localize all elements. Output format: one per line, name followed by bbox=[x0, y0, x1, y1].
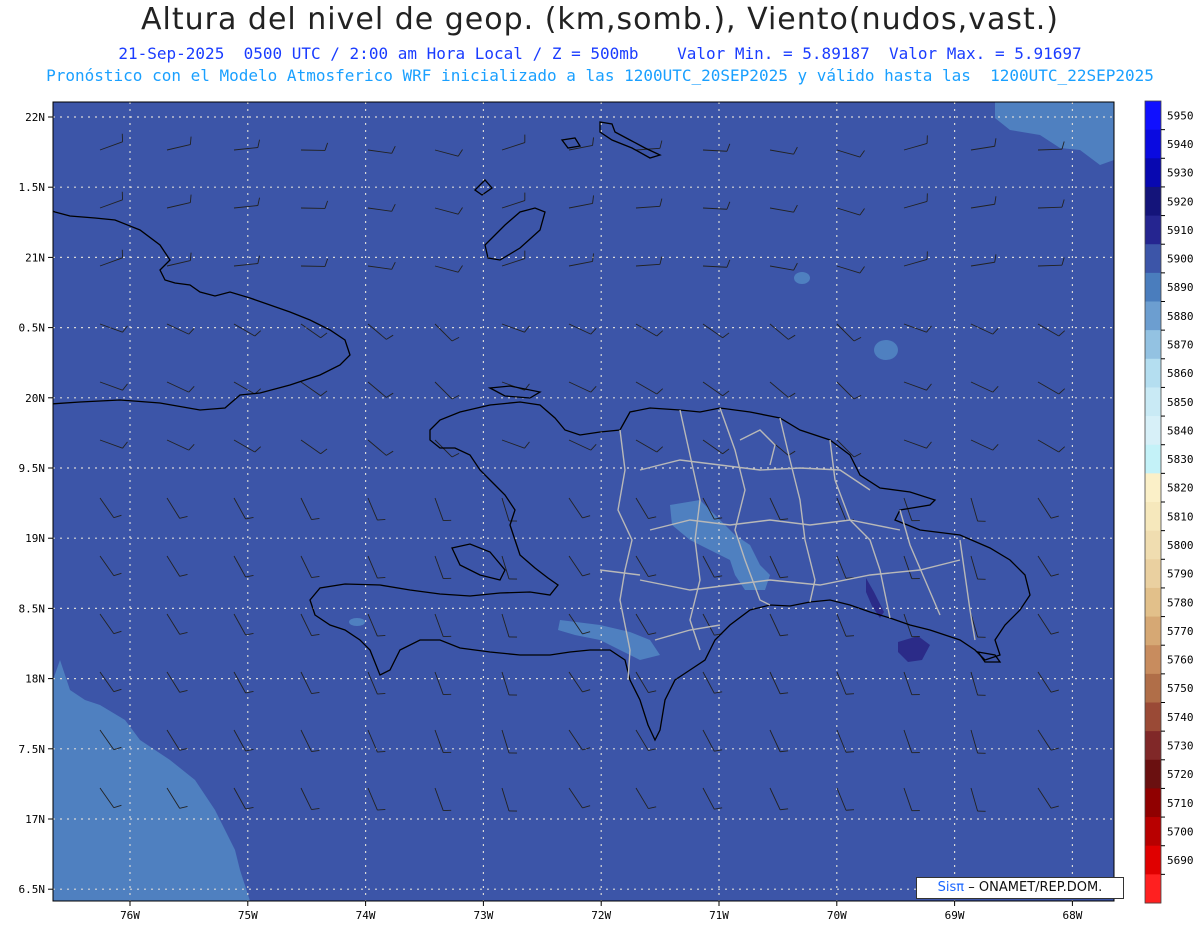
colorbar-swatch bbox=[1145, 215, 1161, 245]
lon-label: 69W bbox=[945, 909, 965, 922]
colorbar-label: 5940 bbox=[1167, 138, 1194, 151]
colorbar-swatch bbox=[1145, 330, 1161, 360]
colorbar-label: 5710 bbox=[1167, 797, 1194, 810]
colorbar-label: 5870 bbox=[1167, 338, 1194, 351]
lon-label: 68W bbox=[1062, 909, 1082, 922]
colorbar-swatch bbox=[1145, 874, 1161, 904]
credit-box: Sisπ – ONAMET/REP.DOM. bbox=[916, 877, 1124, 899]
colorbar-swatch bbox=[1145, 301, 1161, 331]
colorbar-label: 5950 bbox=[1167, 109, 1194, 122]
colorbar-swatch bbox=[1145, 702, 1161, 732]
lat-label: 17N bbox=[25, 813, 45, 826]
colorbar-swatch bbox=[1145, 817, 1161, 847]
lat-label: 19N bbox=[25, 532, 45, 545]
colorbar-swatch bbox=[1145, 272, 1161, 302]
geopotential-region-northeast-islet bbox=[794, 272, 810, 284]
lat-label: 9.5N bbox=[19, 462, 46, 475]
lat-label: 22N bbox=[25, 111, 45, 124]
colorbar-label: 5750 bbox=[1167, 682, 1194, 695]
colorbar-label: 5830 bbox=[1167, 453, 1194, 466]
colorbar-swatch bbox=[1145, 358, 1161, 388]
colorbar-swatch bbox=[1145, 186, 1161, 217]
colorbar-label: 5790 bbox=[1167, 568, 1194, 581]
lat-label: 21N bbox=[25, 251, 45, 264]
lon-label: 70W bbox=[827, 909, 847, 922]
colorbar-label: 5820 bbox=[1167, 482, 1194, 495]
colorbar-swatch bbox=[1145, 473, 1161, 503]
lon-label: 71W bbox=[709, 909, 729, 922]
geopotential-region-west-islet bbox=[349, 618, 365, 626]
lon-label: 74W bbox=[356, 909, 376, 922]
colorbar-label: 5890 bbox=[1167, 281, 1194, 294]
colorbar-swatch bbox=[1145, 129, 1161, 159]
lon-label: 72W bbox=[591, 909, 611, 922]
colorbar-label: 5840 bbox=[1167, 424, 1194, 437]
colorbar-label: 5920 bbox=[1167, 195, 1194, 208]
colorbar-label: 5910 bbox=[1167, 224, 1194, 237]
colorbar-label: 5700 bbox=[1167, 825, 1194, 838]
colorbar-label: 5860 bbox=[1167, 367, 1194, 380]
colorbar-label: 5770 bbox=[1167, 625, 1194, 638]
colorbar-swatch bbox=[1145, 587, 1161, 618]
colorbar-swatch bbox=[1145, 158, 1161, 188]
colorbar-swatch bbox=[1145, 244, 1161, 274]
colorbar-label: 5720 bbox=[1167, 768, 1194, 781]
colorbar-label: 5730 bbox=[1167, 739, 1194, 752]
colorbar-swatch bbox=[1145, 845, 1161, 875]
colorbar-swatch bbox=[1145, 788, 1161, 818]
colorbar-label: 5740 bbox=[1167, 711, 1194, 724]
colorbar-label: 5810 bbox=[1167, 510, 1194, 523]
lon-label: 76W bbox=[120, 909, 140, 922]
lon-label: 73W bbox=[473, 909, 493, 922]
colorbar: 5950 5940 5930 5920 5910 5900 5890 5880 5870 5860… bbox=[1144, 100, 1194, 904]
lat-label: 7.5N bbox=[19, 743, 46, 756]
longitude-labels: 76W 75W 74W 73W 72W 71W 70W 69W 68W bbox=[120, 901, 1083, 922]
colorbar-swatch bbox=[1145, 559, 1161, 589]
colorbar-label: 5780 bbox=[1167, 596, 1194, 609]
colorbar-label: 5800 bbox=[1167, 539, 1194, 552]
colorbar-swatch bbox=[1145, 616, 1161, 646]
forecast-map: 22N 1.5N 21N 0.5N 20N 9.5N 19N 8.5N 18N 7.5N 17N 6.… bbox=[19, 100, 1194, 922]
lat-label: 6.5N bbox=[19, 883, 46, 896]
colorbar-label: 5760 bbox=[1167, 654, 1194, 667]
colorbar-swatch bbox=[1145, 731, 1161, 761]
colorbar-swatch bbox=[1145, 645, 1161, 675]
credit-brand: Sisπ bbox=[937, 880, 965, 895]
colorbar-swatch bbox=[1145, 759, 1161, 789]
colorbar-label: 5850 bbox=[1167, 396, 1194, 409]
colorbar-swatch bbox=[1145, 101, 1161, 131]
lat-label: 1.5N bbox=[19, 181, 46, 194]
latitude-labels: 22N 1.5N 21N 0.5N 20N 9.5N 19N 8.5N 18N 7.5N 17N 6.… bbox=[19, 111, 53, 896]
colorbar-label: 5880 bbox=[1167, 310, 1194, 323]
lat-label: 8.5N bbox=[19, 602, 46, 615]
colorbar-swatch bbox=[1145, 444, 1161, 474]
colorbar-swatch bbox=[1145, 673, 1161, 703]
lon-label: 75W bbox=[238, 909, 258, 922]
colorbar-label: 5900 bbox=[1167, 253, 1194, 266]
lat-label: 0.5N bbox=[19, 322, 46, 335]
lat-label: 20N bbox=[25, 392, 45, 405]
geopotential-region-east bbox=[874, 340, 898, 360]
colorbar-label: 5690 bbox=[1167, 854, 1194, 867]
credit-org: – ONAMET/REP.DOM. bbox=[968, 880, 1103, 895]
colorbar-swatch bbox=[1145, 530, 1161, 560]
colorbar-label: 5930 bbox=[1167, 167, 1194, 180]
lat-label: 18N bbox=[25, 673, 45, 686]
colorbar-swatch bbox=[1145, 502, 1161, 532]
colorbar-swatch bbox=[1145, 387, 1161, 417]
colorbar-swatch bbox=[1145, 416, 1161, 446]
